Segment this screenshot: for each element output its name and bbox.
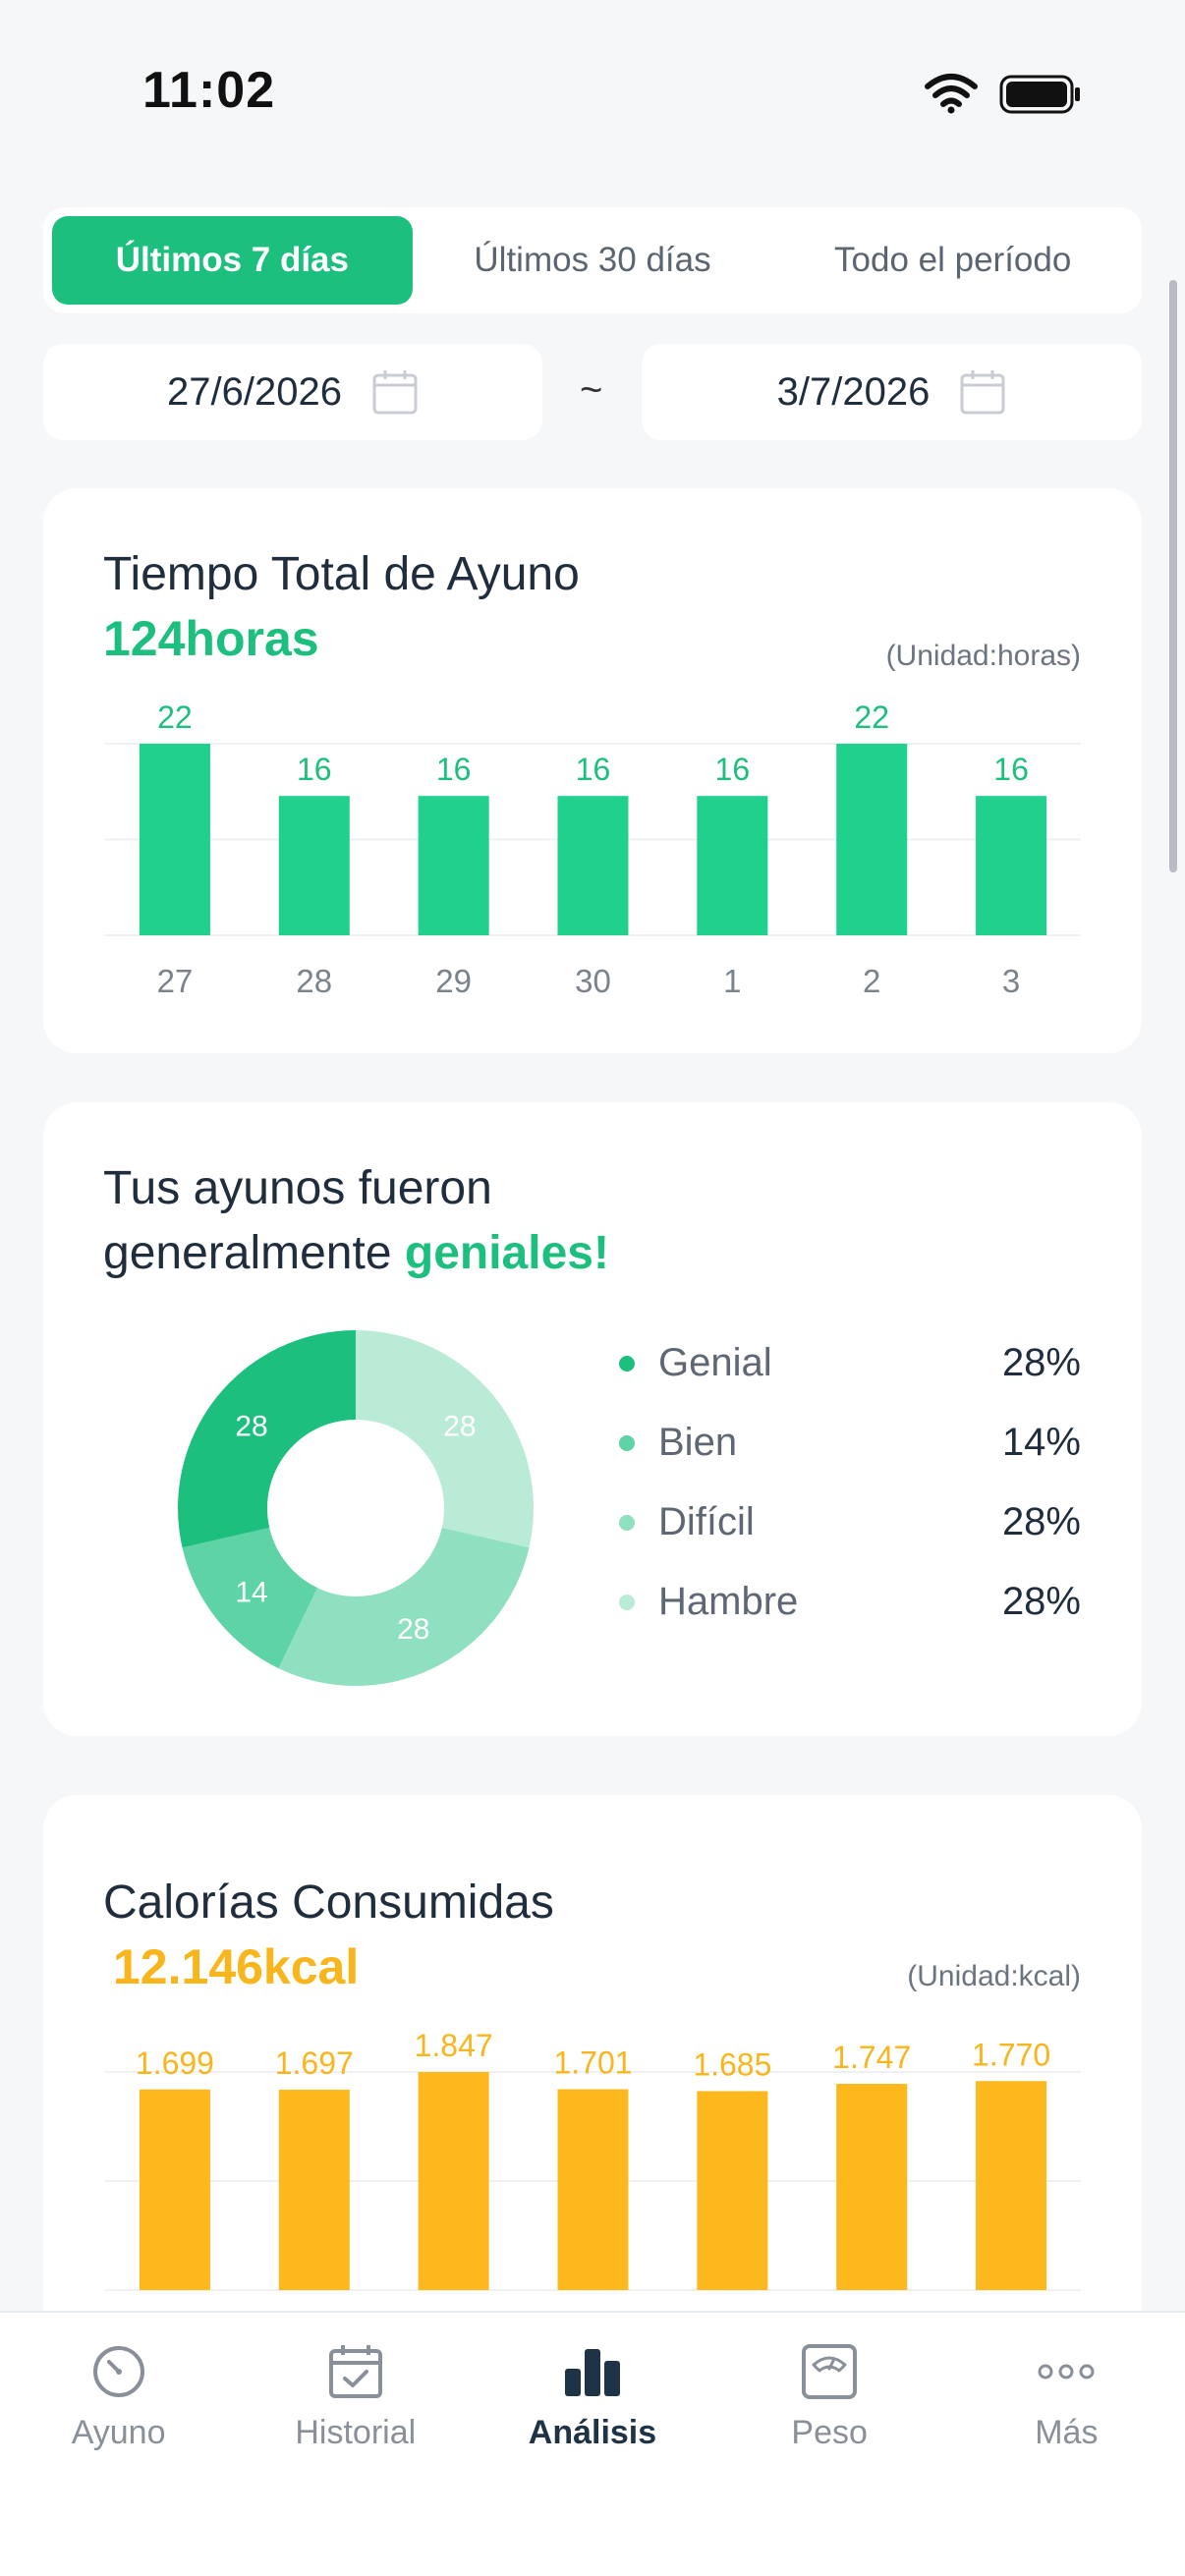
- fasting-timer-icon: [92, 2345, 144, 2397]
- scrollbar[interactable]: [1169, 280, 1177, 872]
- nav-item-historial[interactable]: Historial: [237, 2313, 474, 2576]
- legend-item: Difícil 28%: [619, 1483, 1081, 1562]
- legend-item: Genial 28%: [619, 1323, 1081, 1403]
- legend-label: Difícil: [658, 1500, 755, 1543]
- legend-dot: [619, 1594, 635, 1610]
- legend-value: 28%: [1001, 1341, 1081, 1384]
- data-label: 22: [157, 700, 193, 735]
- wifi-icon: [925, 74, 978, 114]
- legend-label: Genial: [658, 1341, 772, 1384]
- legend-dot: [619, 1355, 635, 1372]
- bottom-navigation: Ayuno Historial Análisis Peso Más: [0, 2311, 1185, 2576]
- bar: [557, 796, 629, 935]
- data-label: 16: [297, 752, 332, 787]
- data-label: 1.847: [415, 2028, 493, 2063]
- nav-item-ayuno[interactable]: Ayuno: [0, 2313, 237, 2576]
- nav-item-peso[interactable]: Peso: [711, 2313, 948, 2576]
- slice-label: 28: [397, 1613, 429, 1646]
- fasting-bar-chart: 2227162816291630161222163: [105, 700, 1081, 999]
- legend-dot: [619, 1514, 635, 1531]
- mood-card: Tus ayunos fueron generalmente geniales!…: [43, 1102, 1142, 1736]
- data-label: 22: [854, 700, 889, 735]
- x-tick-label: 1: [723, 963, 741, 999]
- legend-label: Hambre: [658, 1580, 799, 1623]
- fasting-time-card: Tiempo Total de Ayuno 124horas (Unidad:h…: [43, 488, 1142, 1053]
- data-label: 16: [576, 752, 611, 787]
- date-range-separator: ~: [580, 368, 603, 412]
- calendar-icon: [372, 370, 418, 415]
- bar: [557, 2089, 629, 2290]
- slice-label: 14: [235, 1576, 267, 1608]
- end-date-picker[interactable]: 3/7/2026: [642, 344, 1142, 440]
- bar: [836, 2084, 908, 2290]
- data-label: 1.697: [275, 2045, 354, 2081]
- x-tick-label: 27: [157, 963, 194, 999]
- tab-all-period[interactable]: Todo el período: [772, 216, 1133, 305]
- nav-item-analisis[interactable]: Análisis: [474, 2313, 710, 2576]
- legend-value: 28%: [1001, 1500, 1081, 1543]
- battery-icon: [999, 75, 1080, 114]
- data-label: 16: [993, 752, 1029, 787]
- nav-item-mas[interactable]: Más: [948, 2313, 1185, 2576]
- data-label: 16: [715, 752, 751, 787]
- range-tabs: Últimos 7 días Últimos 30 días Todo el p…: [43, 207, 1142, 313]
- slice-label: 28: [235, 1411, 267, 1443]
- status-bar: 11:02: [0, 0, 1185, 187]
- bar: [278, 2090, 350, 2290]
- bar: [139, 744, 210, 935]
- x-tick-label: 3: [1002, 963, 1020, 999]
- legend-value: 14%: [1001, 1421, 1081, 1464]
- mood-legend: Genial 28% Bien 14% Difícil 28% Hambre 2…: [619, 1323, 1081, 1642]
- nav-label: Análisis: [528, 2414, 657, 2451]
- nav-label: Peso: [791, 2414, 868, 2451]
- x-tick-label: 30: [575, 963, 611, 999]
- slice-label: 28: [443, 1411, 476, 1443]
- bar-chart-icon: [564, 2349, 620, 2396]
- data-label: 1.699: [136, 2045, 214, 2081]
- tab-last-7-days[interactable]: Últimos 7 días: [52, 216, 413, 305]
- bar: [836, 744, 908, 935]
- start-date-value: 27/6/2026: [167, 369, 342, 414]
- mood-donut-chart: 28 28 14 28: [178, 1330, 534, 1686]
- bar: [139, 2089, 210, 2290]
- end-date-value: 3/7/2026: [776, 369, 931, 414]
- bar: [976, 2081, 1047, 2290]
- donut-slice: [278, 1528, 530, 1686]
- data-label: 1.701: [553, 2045, 632, 2081]
- tab-last-30-days[interactable]: Últimos 30 días: [413, 216, 773, 305]
- bar: [418, 2072, 489, 2290]
- legend-label: Bien: [658, 1421, 738, 1464]
- nav-label: Ayuno: [71, 2414, 166, 2451]
- legend-dot: [619, 1434, 635, 1451]
- bar: [418, 796, 489, 935]
- data-label: 1.685: [693, 2046, 771, 2082]
- x-tick-label: 28: [296, 963, 332, 999]
- data-label: 1.770: [972, 2037, 1050, 2072]
- legend-item: Hambre 28%: [619, 1562, 1081, 1642]
- bar: [697, 796, 768, 935]
- data-label: 16: [436, 752, 472, 787]
- nav-label: Historial: [295, 2414, 417, 2451]
- scale-icon: [802, 2344, 858, 2399]
- start-date-picker[interactable]: 27/6/2026: [43, 344, 542, 440]
- calendar-icon: [960, 370, 1005, 415]
- legend-value: 28%: [1001, 1580, 1081, 1623]
- nav-label: Más: [1035, 2414, 1099, 2451]
- data-label: 1.747: [832, 2040, 911, 2075]
- bar: [697, 2091, 768, 2290]
- bar: [278, 796, 350, 935]
- bar: [976, 796, 1047, 935]
- x-tick-label: 2: [863, 963, 880, 999]
- x-tick-label: 29: [435, 963, 472, 999]
- calendar-check-icon: [328, 2345, 382, 2398]
- legend-item: Bien 14%: [619, 1403, 1081, 1483]
- status-time: 11:02: [142, 62, 276, 119]
- more-dots-icon: [1038, 2364, 1095, 2380]
